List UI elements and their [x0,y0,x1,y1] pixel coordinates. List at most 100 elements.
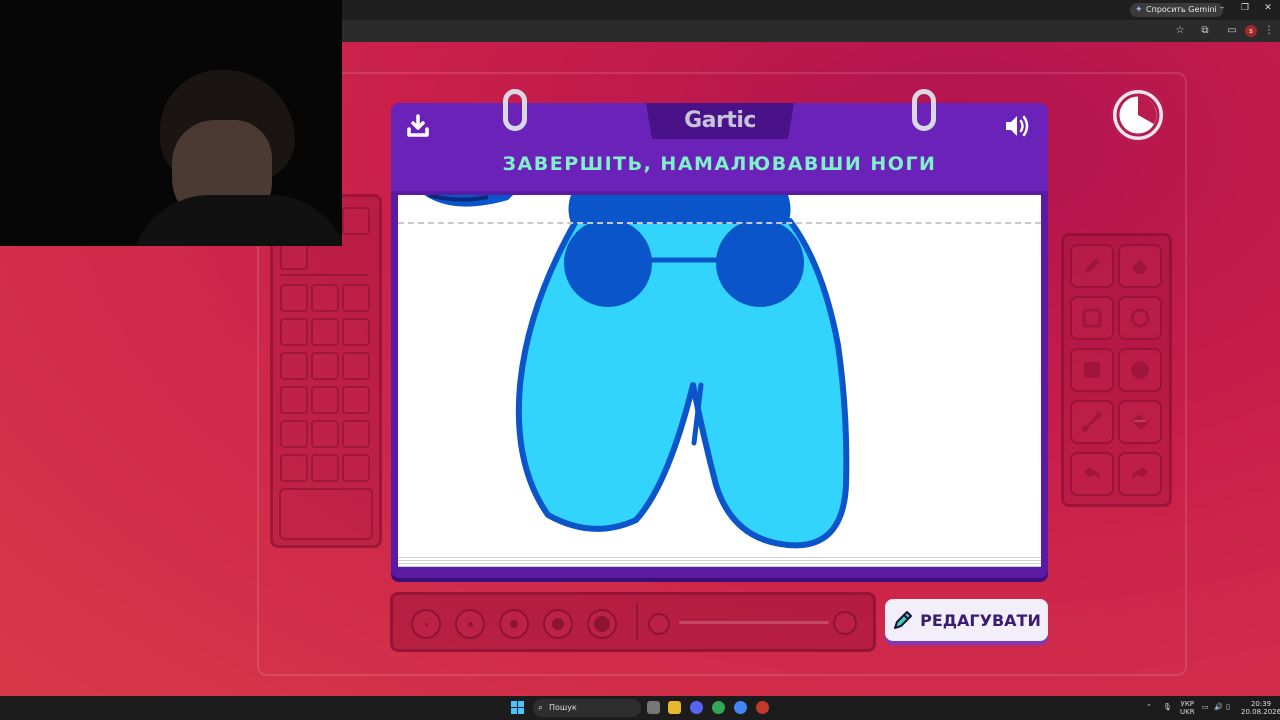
pencil-icon [1085,258,1100,273]
binder-ring [912,89,936,131]
pencil-tool-button[interactable] [1070,244,1114,288]
download-button[interactable] [405,113,431,143]
palette-color[interactable] [280,386,308,414]
gartic-logo: Gartic [684,108,756,133]
task-view-icon[interactable] [647,701,660,714]
cast-icon[interactable]: ▭ [1225,25,1239,36]
drawing-notebook: Gartic ЗАВЕРШІТЬ, НАМАЛЮВАВШИ НОГИ [391,89,1048,578]
palette-color[interactable] [311,318,339,346]
palette-color[interactable] [342,454,370,482]
brush-size-3[interactable] [499,609,529,639]
chrome-active-icon[interactable] [734,701,747,714]
edit-button[interactable]: РЕДАГУВАТИ [885,599,1048,641]
brush-size-1[interactable] [411,609,441,639]
opacity-slider-handle[interactable] [833,611,857,635]
brush-size-2[interactable] [455,609,485,639]
brush-settings-bar [390,592,876,652]
brush-size-4[interactable] [543,609,573,639]
taskbar-search-label: Пошук [549,703,577,712]
microphone-icon[interactable]: 🎙 [1163,703,1172,711]
app-icon[interactable] [756,701,769,714]
windows-taskbar: ⌕ Пошук ⌃ 🎙 УКР UKR ▭ 🔊 ▯ 20:39 20.08.20… [0,696,1280,720]
lang-top: УКР [1180,700,1195,708]
palette-color[interactable] [280,454,308,482]
notebook-pages-edge [398,555,1041,567]
speaker-icon [1006,115,1029,137]
fill-tool-button[interactable] [1118,400,1162,444]
palette-color[interactable] [342,318,370,346]
palette-color[interactable] [311,284,339,312]
binder-ring [503,89,527,131]
language-indicator[interactable]: УКР UKR [1180,700,1195,716]
palette-color[interactable] [311,420,339,448]
rectangle-filled-icon [1084,362,1100,378]
clock[interactable]: 20:39 20.08.2026 [1241,700,1280,716]
tray-chevron-icon[interactable]: ⌃ [1146,703,1152,711]
round-timer [1113,90,1163,140]
gemini-button-label: Спросить Gemini [1146,5,1217,14]
redo-button[interactable] [1118,452,1162,496]
profile-avatar[interactable]: s [1245,25,1257,37]
drawing-canvas[interactable] [398,195,1041,567]
circle-outline-icon [1130,308,1150,328]
windows-start-icon[interactable] [511,701,524,714]
network-icon[interactable]: ▭ [1202,703,1209,711]
extensions-icon[interactable]: ⧉ [1198,25,1212,36]
rectangle-outline-icon [1082,308,1102,328]
minimize-icon[interactable]: – [1214,3,1230,13]
palette-divider [280,274,368,276]
redo-icon [1132,466,1148,480]
bookmark-star-icon[interactable]: ☆ [1173,25,1187,36]
undo-icon [1084,466,1100,480]
download-icon [407,114,429,137]
opacity-min-icon [648,613,670,635]
discord-icon[interactable] [690,701,703,714]
line-icon [1082,412,1102,432]
opacity-slider-track[interactable] [679,621,829,624]
eraser-tool-button[interactable] [1118,244,1162,288]
palette-color[interactable] [342,207,370,235]
palette-color[interactable] [280,284,308,312]
section-separator [398,222,1041,224]
rectangle-tool-button[interactable] [1070,296,1114,340]
bar-divider [636,603,638,641]
palette-color[interactable] [311,386,339,414]
webcam-shoulder [130,195,342,246]
custom-color-picker[interactable] [279,488,373,540]
gemini-button[interactable]: ✦ Спросить Gemini [1130,3,1223,17]
palette-color[interactable] [342,386,370,414]
palette-color[interactable] [311,352,339,380]
undo-button[interactable] [1070,452,1114,496]
palette-color[interactable] [280,352,308,380]
palette-color[interactable] [342,284,370,312]
close-icon[interactable]: ✕ [1260,3,1276,13]
ellipse-tool-button[interactable] [1118,296,1162,340]
palette-color[interactable] [280,242,308,270]
sound-toggle-button[interactable] [1003,113,1033,143]
restore-icon[interactable]: ❐ [1237,3,1253,13]
webcam-overlay [0,0,342,246]
palette-color[interactable] [280,420,308,448]
line-tool-button[interactable] [1070,400,1114,444]
clock-date: 20.08.2026 [1241,708,1280,716]
palette-color[interactable] [342,352,370,380]
lang-bottom: UKR [1180,708,1195,716]
battery-icon[interactable]: ▯ [1226,703,1230,711]
palette-color[interactable] [280,318,308,346]
round-instruction: ЗАВЕРШІТЬ, НАМАЛЮВАВШИ НОГИ [502,153,937,175]
file-explorer-icon[interactable] [668,701,681,714]
menu-kebab-icon[interactable]: ⋮ [1262,25,1276,36]
pencil-icon [894,611,913,629]
fill-bucket-icon [1132,414,1148,430]
palette-color[interactable] [342,420,370,448]
taskbar-search[interactable]: ⌕ Пошук [533,699,641,717]
filled-rectangle-tool-button[interactable] [1070,348,1114,392]
brush-size-5[interactable] [587,609,617,639]
drawing-content [424,195,850,549]
volume-icon[interactable]: 🔊 [1214,703,1223,711]
filled-ellipse-tool-button[interactable] [1118,348,1162,392]
chrome-icon[interactable] [712,701,725,714]
edit-button-label: РЕДАГУВАТИ [920,610,1041,630]
palette-color[interactable] [311,454,339,482]
timer-icon [1116,93,1160,137]
